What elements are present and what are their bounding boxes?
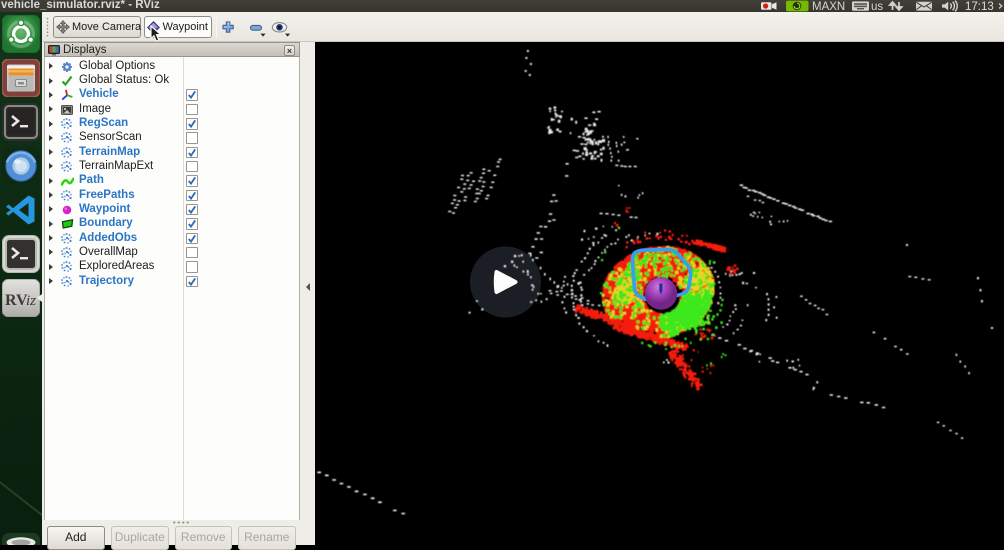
svg-text:MAXN: MAXN <box>812 1 845 12</box>
svg-text:17:13: 17:13 <box>965 1 994 12</box>
svg-text:us: us <box>871 1 883 12</box>
svg-text:RV: RV <box>5 292 28 309</box>
svg-text:iz: iz <box>26 293 36 309</box>
